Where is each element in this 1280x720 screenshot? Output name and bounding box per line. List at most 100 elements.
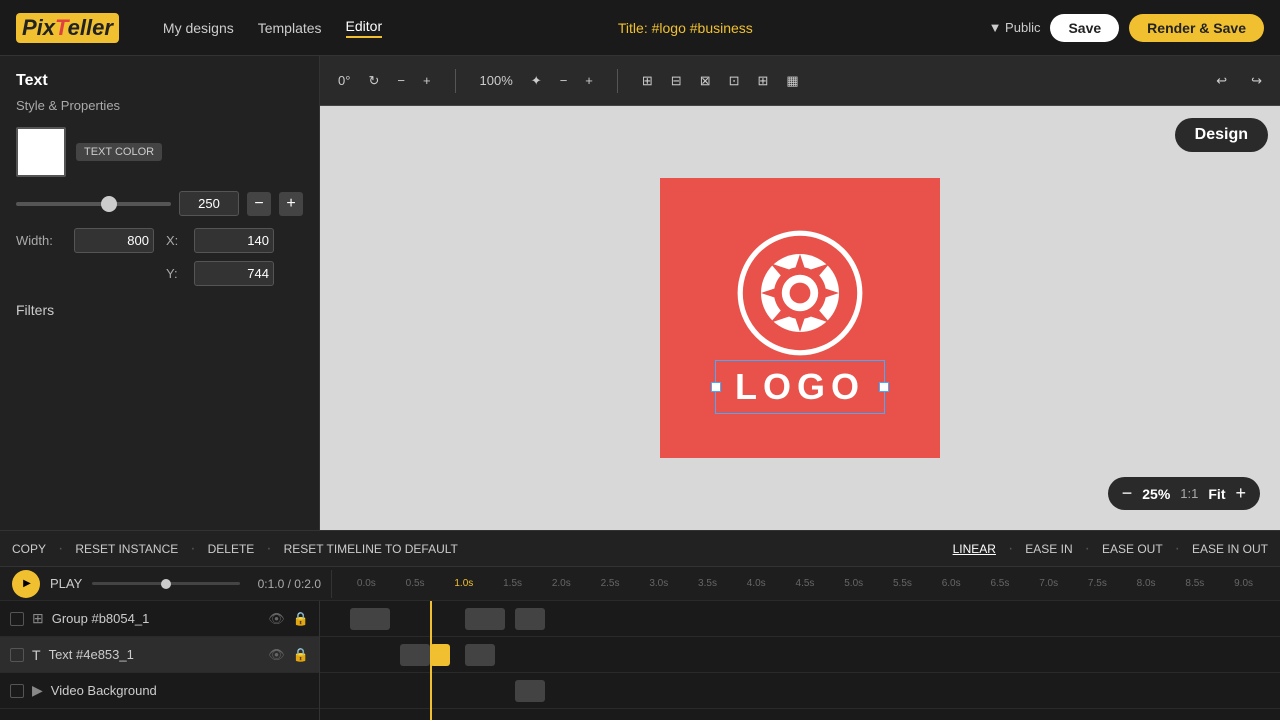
- mark-9: 4.5s: [781, 578, 830, 589]
- size-input[interactable]: 250: [179, 191, 239, 216]
- zoom-minus-toolbar[interactable]: −: [391, 70, 411, 91]
- track-block-g2[interactable]: [465, 608, 505, 630]
- logo-text-container[interactable]: LOGO: [735, 366, 865, 408]
- align-group: ⊞ ⊟ ⊠ ⊡ ⊞ ▦: [636, 70, 805, 92]
- title-prefix: Title:: [618, 20, 652, 36]
- track-block-t1[interactable]: [400, 644, 430, 666]
- reset-timeline-btn[interactable]: RESET TIMELINE TO DEFAULT: [284, 540, 458, 558]
- rotate-button[interactable]: ↻: [362, 70, 385, 92]
- timeline-track-area[interactable]: [320, 601, 1280, 720]
- mark-4: 2.0s: [537, 578, 586, 589]
- text-color-swatch[interactable]: [16, 127, 66, 177]
- layer-video-row[interactable]: ▶ Video Background: [0, 673, 319, 709]
- y-row: Y: 744: [166, 261, 274, 286]
- grid-toggle[interactable]: ✦: [525, 70, 548, 92]
- group-visibility-icon[interactable]: 👁: [268, 611, 285, 627]
- size-slider-thumb[interactable]: [101, 196, 117, 212]
- video-checkbox[interactable]: [10, 684, 24, 698]
- zoom-group: 100% ✦ − +: [474, 70, 599, 92]
- size-slider-track[interactable]: [16, 202, 171, 206]
- group-icon: ⊞: [32, 610, 44, 627]
- delete-btn[interactable]: DELETE: [208, 540, 255, 558]
- text-lock-icon[interactable]: 🔒: [293, 647, 309, 663]
- align-left[interactable]: ⊞: [636, 70, 659, 92]
- design-button[interactable]: Design: [1175, 118, 1268, 152]
- text-checkbox[interactable]: [10, 648, 24, 662]
- nav-templates[interactable]: Templates: [258, 20, 322, 36]
- width-input[interactable]: 800: [74, 228, 154, 253]
- ease-in-btn[interactable]: EASE IN: [1025, 542, 1072, 556]
- zoom-decrease[interactable]: −: [1122, 483, 1133, 504]
- align-center-v[interactable]: ⊞: [752, 70, 775, 92]
- dimensions-group: Width: 800 X: 140 Y: 744: [16, 228, 303, 286]
- mark-11: 5.5s: [878, 578, 927, 589]
- playhead[interactable]: [430, 601, 432, 720]
- align-top[interactable]: ⊡: [723, 70, 746, 92]
- copy-btn[interactable]: COPY: [12, 540, 46, 558]
- mark-12: 6.0s: [927, 578, 976, 589]
- reset-instance-btn[interactable]: RESET INSTANCE: [75, 540, 178, 558]
- main-content: Text Style & Properties TEXT COLOR 250 −…: [0, 56, 1280, 530]
- align-right[interactable]: ⊠: [694, 70, 717, 92]
- ease-linear-btn[interactable]: LINEAR: [953, 542, 996, 556]
- text-layer-icon: T: [32, 647, 41, 663]
- zoom-plus-2[interactable]: +: [579, 70, 599, 91]
- design-canvas[interactable]: LOGO: [660, 178, 940, 458]
- track-video-row: [320, 673, 1280, 709]
- mark-1: 0.5s: [391, 578, 440, 589]
- nav-right: ▼ Public Save Render & Save: [989, 14, 1264, 42]
- align-center-h[interactable]: ⊟: [665, 70, 688, 92]
- timeline-ruler: 0.0s 0.5s 1.0s 1.5s 2.0s 2.5s 3.0s 3.5s …: [342, 574, 1268, 594]
- zoom-ratio: 1:1: [1180, 486, 1198, 501]
- title-area: Title: #logo #business: [406, 20, 964, 36]
- time-progress-bar[interactable]: [92, 582, 239, 585]
- play-button[interactable]: ▶: [12, 570, 40, 598]
- nav-editor[interactable]: Editor: [346, 18, 383, 38]
- text-color-label[interactable]: TEXT COLOR: [76, 143, 162, 161]
- handle-mr[interactable]: [879, 382, 889, 392]
- mark-7: 3.5s: [683, 578, 732, 589]
- size-increment-button[interactable]: +: [279, 192, 303, 216]
- undo-button[interactable]: ↩: [1210, 70, 1233, 92]
- x-input[interactable]: 140: [194, 228, 274, 253]
- size-decrement-button[interactable]: −: [247, 192, 271, 216]
- zoom-increase[interactable]: +: [1235, 483, 1246, 504]
- redo-button[interactable]: ↪: [1245, 70, 1268, 92]
- align-bottom[interactable]: ▦: [780, 70, 804, 92]
- track-block-t3[interactable]: [465, 644, 495, 666]
- render-save-button[interactable]: Render & Save: [1129, 14, 1264, 42]
- track-block-v1[interactable]: [515, 680, 545, 702]
- timeline-body: ⊞ Group #b8054_1 👁 🔒 T Text #4e853_1 👁 🔒: [0, 601, 1280, 720]
- track-block-g3[interactable]: [515, 608, 545, 630]
- zoom-minus-2[interactable]: −: [554, 70, 574, 91]
- public-button[interactable]: ▼ Public: [989, 20, 1041, 35]
- sep3: ·: [266, 540, 271, 558]
- group-checkbox[interactable]: [10, 612, 24, 626]
- group-lock-icon[interactable]: 🔒: [293, 611, 309, 627]
- time-progress-thumb[interactable]: [161, 579, 171, 589]
- nav-my-designs[interactable]: My designs: [163, 20, 234, 36]
- mark-13: 6.5s: [976, 578, 1025, 589]
- style-properties-title: Style & Properties: [16, 98, 303, 113]
- ease-in-out-btn[interactable]: EASE IN OUT: [1192, 542, 1268, 556]
- handle-ml[interactable]: [711, 382, 721, 392]
- zoom-fit-btn[interactable]: Fit: [1208, 486, 1225, 502]
- rotation-group: 0° ↻ − +: [332, 70, 437, 92]
- x-label: X:: [166, 233, 186, 248]
- mark-18: 9.0s: [1219, 578, 1268, 589]
- zoom-plus-toolbar[interactable]: +: [417, 70, 437, 91]
- track-block-t2[interactable]: [430, 644, 450, 666]
- y-input[interactable]: 744: [194, 261, 274, 286]
- text-visibility-icon[interactable]: 👁: [268, 647, 285, 663]
- save-button[interactable]: Save: [1050, 14, 1119, 42]
- play-controls: ▶ PLAY 0:1.0 / 0:2.0: [12, 570, 332, 598]
- text-section-title: Text: [16, 72, 303, 90]
- time-display: 0:1.0 / 0:2.0: [258, 577, 321, 591]
- layer-text-row[interactable]: T Text #4e853_1 👁 🔒: [0, 637, 319, 673]
- canvas-wrapper[interactable]: LOGO Design − 25% 1:1 Fit +: [320, 106, 1280, 530]
- ease-out-btn[interactable]: EASE OUT: [1102, 542, 1163, 556]
- layer-group-row[interactable]: ⊞ Group #b8054_1 👁 🔒: [0, 601, 319, 637]
- timeline-labels: ⊞ Group #b8054_1 👁 🔒 T Text #4e853_1 👁 🔒: [0, 601, 320, 720]
- group-layer-name: Group #b8054_1: [52, 611, 261, 626]
- track-block-g1[interactable]: [350, 608, 390, 630]
